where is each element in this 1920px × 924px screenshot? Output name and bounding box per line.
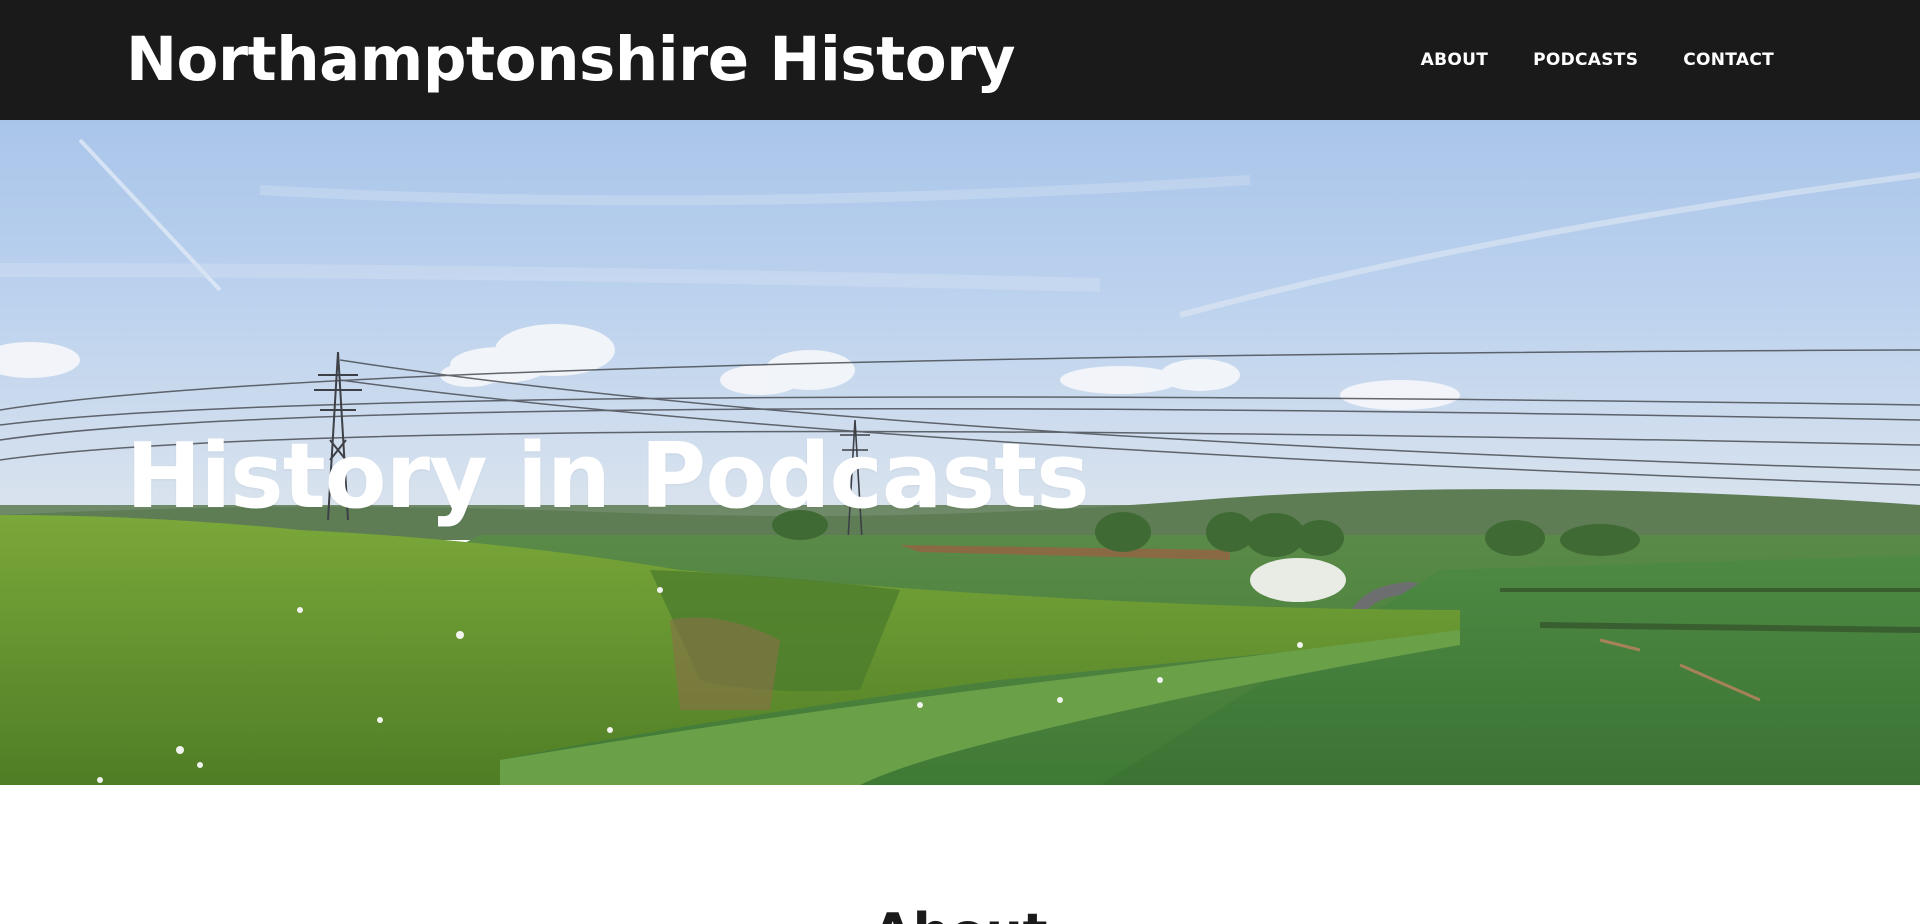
- nav-link-about[interactable]: ABOUT: [1421, 50, 1488, 70]
- main-nav: ABOUT PODCASTS CONTACT: [1421, 0, 1774, 120]
- about-section: About: [0, 785, 1920, 924]
- site-title-link[interactable]: Northamptonshire History: [126, 22, 1016, 98]
- site-header: Northamptonshire History ABOUT PODCASTS …: [0, 0, 1920, 120]
- nav-link-contact[interactable]: CONTACT: [1683, 50, 1774, 70]
- nav-link-podcasts[interactable]: PODCASTS: [1533, 50, 1638, 70]
- hero-banner: History in Podcasts: [0, 120, 1920, 785]
- about-heading: About: [0, 903, 1920, 924]
- hero-title: History in Podcasts: [126, 424, 1090, 529]
